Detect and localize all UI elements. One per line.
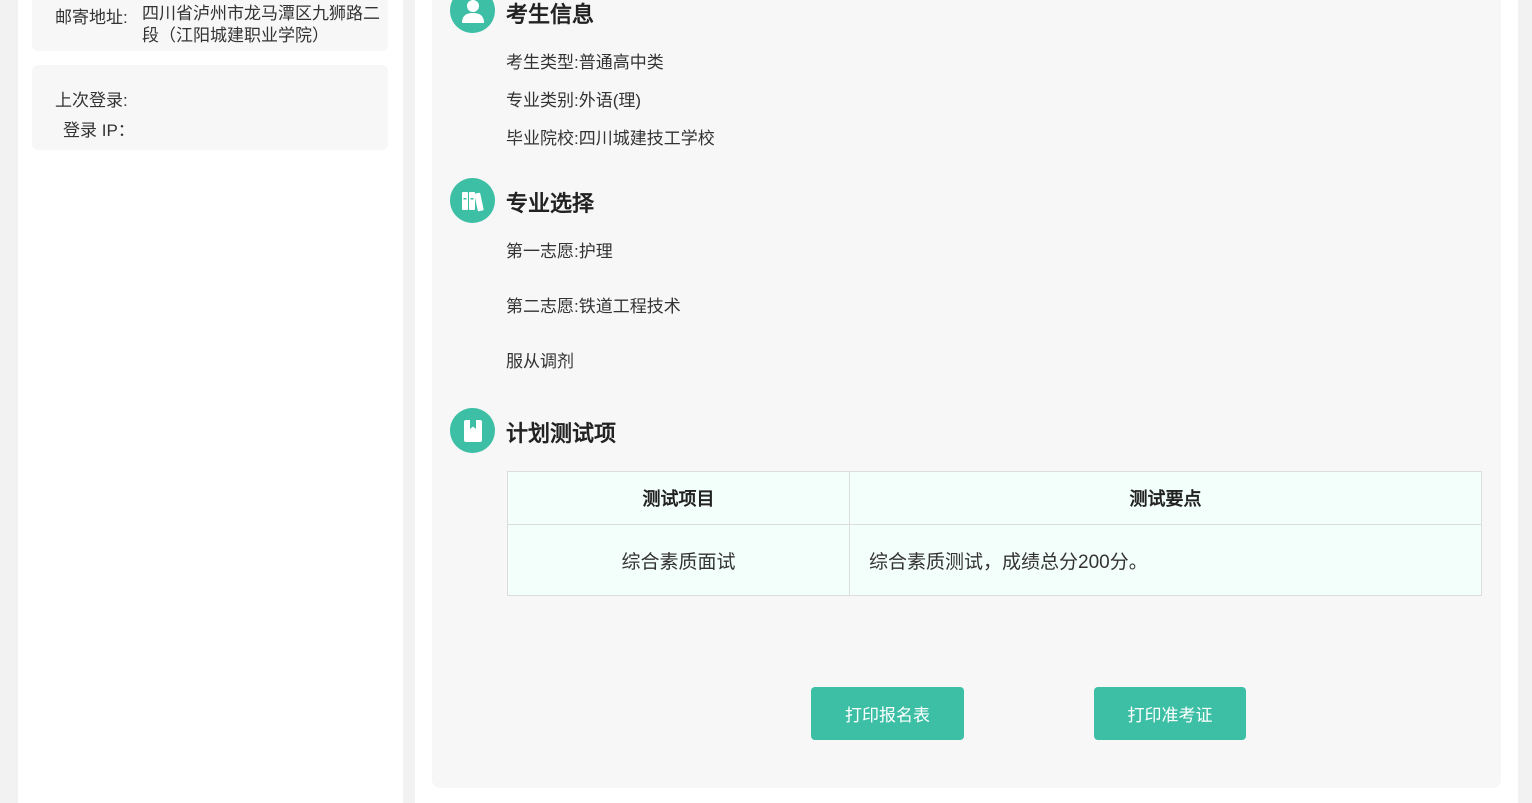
first-choice-label: 第一志愿: (506, 242, 579, 261)
second-choice-value: 铁道工程技术 (578, 297, 681, 316)
graduate-school-value: 四川城建技工学校 (578, 129, 715, 148)
print-form-button[interactable]: 打印报名表 (811, 687, 964, 740)
test-item-cell: 综合素质面试 (507, 524, 850, 596)
books-icon (450, 178, 495, 223)
major-category-row: 专业类别:外语(理) (506, 86, 641, 111)
student-type-row: 考生类型:普通高中类 (506, 48, 664, 73)
student-info-title: 考生信息 (506, 2, 595, 27)
column-header-item: 测试项目 (507, 471, 850, 525)
main-card: 考生信息 考生类型:普通高中类 专业类别:外语(理) 毕业院校:四川城建技工学校… (432, 0, 1501, 788)
second-choice-row: 第二志愿:铁道工程技术 (506, 292, 681, 317)
print-ticket-button[interactable]: 打印准考证 (1094, 687, 1246, 740)
student-type-value: 普通高中类 (578, 53, 664, 72)
address-label: 邮寄地址: (55, 8, 128, 27)
test-point-cell: 综合素质测试，成绩总分200分。 (849, 524, 1482, 596)
address-card: 邮寄地址: 四川省泸州市龙马潭区九狮路二段（江阳城建职业学院） (32, 0, 388, 51)
obey-adjustment: 服从调剂 (506, 352, 574, 371)
first-choice-value: 护理 (578, 242, 613, 261)
test-plan-title: 计划测试项 (506, 421, 617, 446)
last-login-label: 上次登录: (55, 91, 128, 110)
major-choice-title: 专业选择 (506, 191, 595, 216)
major-category-label: 专业类别: (506, 91, 579, 110)
graduate-school-label: 毕业院校: (506, 129, 579, 148)
table-header-row: 测试项目 测试要点 (507, 471, 1482, 525)
first-choice-row: 第一志愿:护理 (506, 237, 613, 262)
column-header-point: 测试要点 (849, 471, 1482, 525)
second-choice-label: 第二志愿: (506, 297, 579, 316)
right-margin (1518, 0, 1532, 803)
table-row: 综合素质面试 综合素质测试，成绩总分200分。 (507, 524, 1482, 596)
graduate-school-row: 毕业院校:四川城建技工学校 (506, 124, 715, 149)
major-category-value: 外语(理) (578, 91, 642, 110)
student-type-label: 考生类型: (506, 53, 579, 72)
test-plan-table: 测试项目 测试要点 综合素质面试 综合素质测试，成绩总分200分。 (507, 471, 1482, 596)
left-sidebar: 邮寄地址: 四川省泸州市龙马潭区九狮路二段（江阳城建职业学院） 上次登录: 登录… (18, 0, 403, 803)
login-ip-label: 登录 IP： (63, 121, 135, 140)
main-panel: 考生信息 考生类型:普通高中类 专业类别:外语(理) 毕业院校:四川城建技工学校… (415, 0, 1518, 803)
bookmark-icon (450, 408, 495, 453)
address-value: 四川省泸州市龙马潭区九狮路二段（江阳城建职业学院） (142, 4, 380, 45)
login-info-card: 上次登录: 登录 IP： (32, 65, 388, 150)
user-icon (450, 0, 495, 33)
